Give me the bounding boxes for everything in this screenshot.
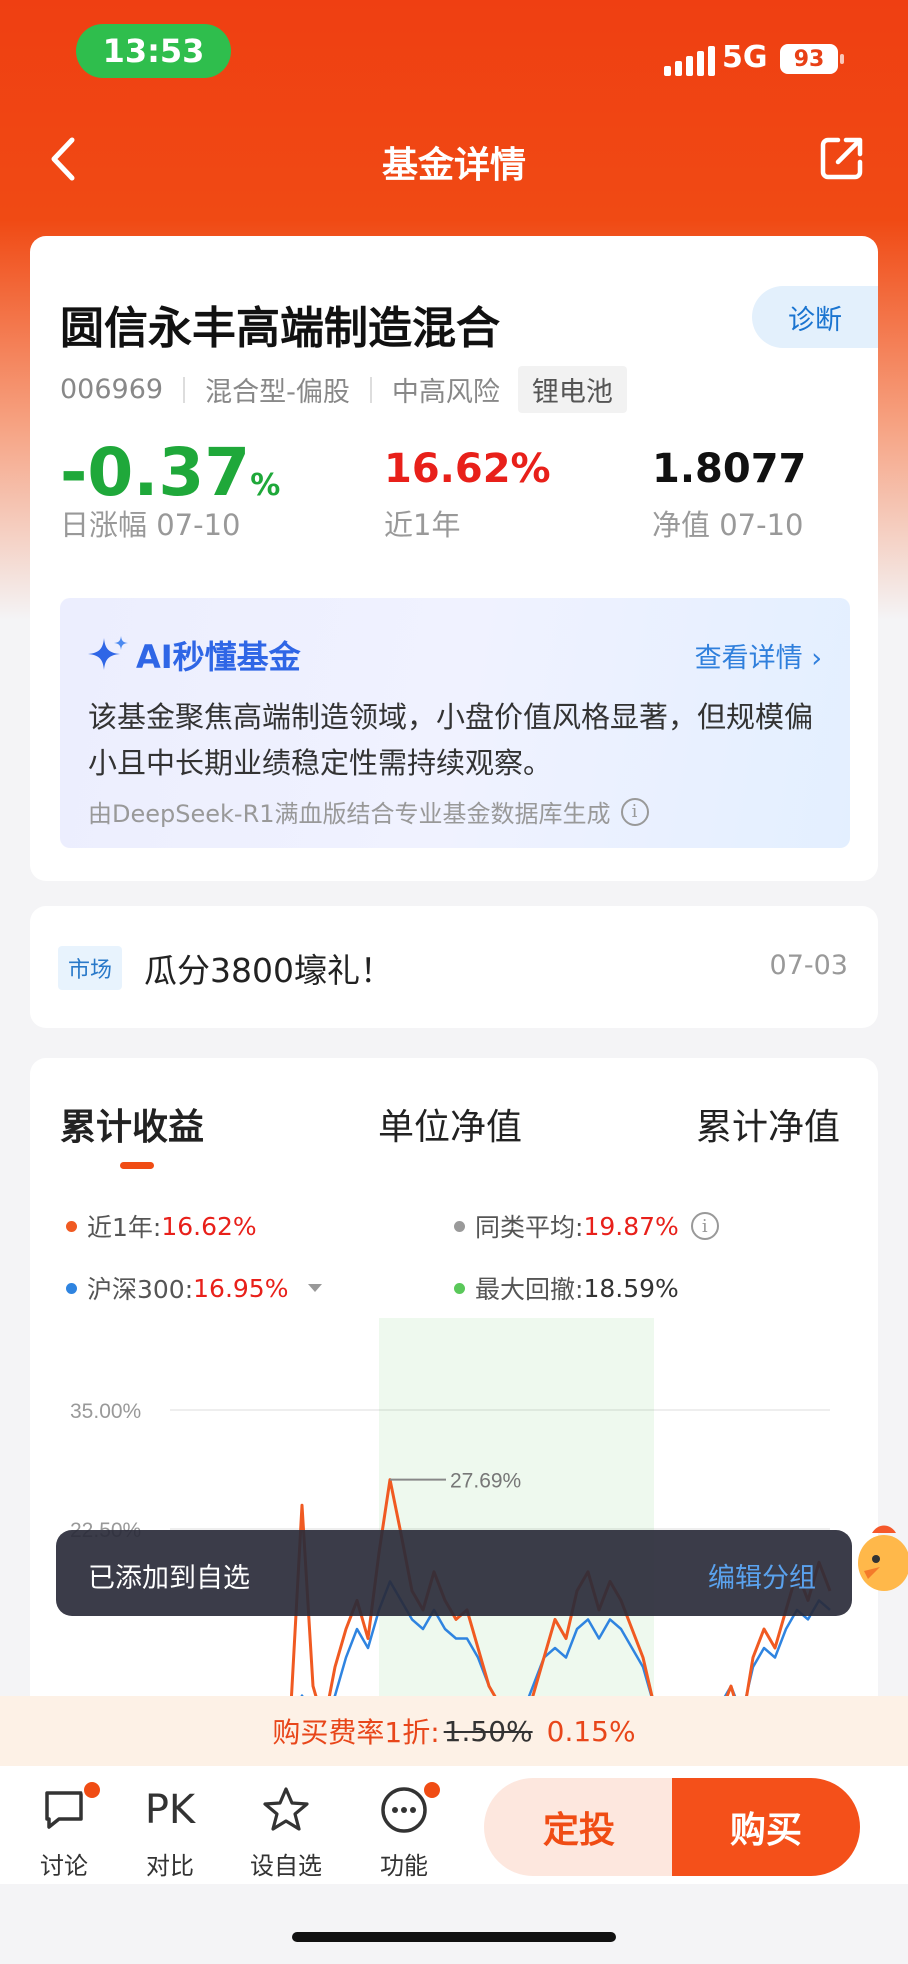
signal-icon: [664, 46, 715, 76]
ai-summary-text: 该基金聚焦高端制造领域，小盘价值风格显著，但规模偏小且中长期业绩稳定性需持续观察…: [88, 700, 814, 780]
fund-meta: 006969 混合型-偏股 中高风险 锂电池: [60, 366, 627, 413]
divider: [369, 376, 372, 403]
info-icon[interactable]: i: [690, 1212, 719, 1240]
functions-button[interactable]: 功能: [364, 1780, 444, 1881]
legend-dot: [66, 1282, 77, 1294]
legend-drawdown: 最大回撤: 18.59%: [454, 1270, 679, 1306]
status-bar: 13:53 5G 93: [0, 0, 908, 100]
promo-prefix: 购买费率1折:: [272, 1716, 440, 1749]
tab-cumulative-return[interactable]: 累计收益: [60, 1098, 204, 1150]
legend-index-value: 16.95%: [193, 1273, 289, 1303]
legend-peer-label: 同类平均:: [475, 1213, 584, 1242]
sip-button[interactable]: 定投: [484, 1778, 674, 1876]
ai-title-text: AI秒懂基金: [136, 638, 301, 676]
fund-code: 006969: [60, 374, 164, 405]
more-icon: [364, 1780, 444, 1836]
status-time: 13:53: [76, 24, 231, 78]
promo-old-rate: 1.50%: [443, 1714, 533, 1748]
notification-dot: [82, 1780, 102, 1800]
legend-drawdown-label: 最大回撤:: [475, 1275, 584, 1304]
theme-tag[interactable]: 锂电池: [517, 366, 627, 413]
daily-change-stat: -0.37 % 日涨幅 07-10: [60, 434, 280, 544]
legend-dot: [454, 1220, 465, 1232]
caret-down-icon: [308, 1284, 323, 1292]
notification-dot: [422, 1780, 442, 1800]
buy-button[interactable]: 购买: [672, 1778, 860, 1876]
discuss-label: 讨论: [40, 1852, 88, 1880]
compare-label: 对比: [146, 1852, 194, 1880]
year-return-value: 16.62%: [384, 446, 551, 492]
toast-message: 已添加到自选: [88, 1563, 250, 1594]
promo-new-rate: 0.15%: [546, 1714, 636, 1748]
pk-icon: PK: [144, 1787, 196, 1833]
y-tick-label: 35.00%: [70, 1400, 141, 1423]
daily-change-value: -0.37: [60, 434, 251, 511]
diagnose-button[interactable]: 诊断: [752, 286, 878, 348]
nav-bar: 基金详情: [0, 120, 908, 200]
sparkle-icon: [88, 636, 128, 670]
peak-label: 27.69%: [450, 1470, 521, 1493]
legend-peer-value: 19.87%: [583, 1211, 679, 1241]
fund-summary-card: 圆信永丰高端制造混合 诊断 006969 混合型-偏股 中高风险 锂电池 -0.…: [30, 236, 878, 881]
nav-label: 净值 07-10: [652, 508, 804, 542]
bottom-action-bar: 讨论 PK 对比 设自选 功能 定投 购买: [0, 1766, 908, 1884]
compare-button[interactable]: PK 对比: [130, 1784, 210, 1881]
network-type: 5G: [722, 40, 768, 75]
ai-summary-box[interactable]: AI秒懂基金 查看详情 › 该基金聚焦高端制造领域，小盘价值风格显著，但规模偏小…: [60, 598, 850, 848]
news-headline: 瓜分3800壕礼！: [144, 951, 393, 990]
divider: [183, 376, 186, 403]
info-icon[interactable]: i: [620, 797, 649, 826]
ai-note: 由DeepSeek-R1满血版结合专业基金数据库生成 i: [88, 794, 649, 829]
legend-index-label: 沪深300:: [87, 1275, 194, 1304]
ai-note-text: 由DeepSeek-R1满血版结合专业基金数据库生成: [88, 800, 611, 828]
year-return-label: 近1年: [384, 508, 461, 542]
legend-fund-value: 16.62%: [161, 1211, 257, 1241]
functions-label: 功能: [380, 1852, 428, 1880]
news-tag: 市场: [58, 946, 123, 990]
toast: 已添加到自选 编辑分组: [56, 1530, 852, 1616]
legend-peer: 同类平均: 19.87% i: [454, 1208, 719, 1244]
legend-drawdown-value: 18.59%: [583, 1273, 679, 1303]
daily-change-unit: %: [250, 468, 281, 503]
add-watchlist-button[interactable]: 设自选: [246, 1784, 326, 1881]
news-date: 07-03: [769, 950, 848, 981]
watchlist-label: 设自选: [250, 1852, 322, 1880]
legend-dot: [66, 1220, 77, 1232]
legend-fund: 近1年: 16.62%: [66, 1208, 257, 1244]
fund-risk: 中高风险: [391, 377, 500, 408]
year-return-stat: 16.62% 近1年: [384, 434, 551, 544]
legend-dot: [454, 1282, 465, 1294]
legend-fund-label: 近1年:: [87, 1213, 162, 1242]
fund-name: 圆信永丰高端制造混合: [60, 303, 500, 354]
tab-cumulative-nav[interactable]: 累计净值: [696, 1098, 840, 1150]
battery-icon: 93: [780, 44, 844, 74]
edit-group-button[interactable]: 编辑分组: [708, 1556, 816, 1595]
battery-level: 93: [793, 46, 825, 72]
share-icon[interactable]: [818, 134, 866, 182]
fund-type: 混合型-偏股: [205, 377, 350, 408]
discuss-button[interactable]: 讨论: [24, 1780, 104, 1881]
mascot-icon[interactable]: [850, 1515, 908, 1605]
ai-details-link[interactable]: 查看详情 ›: [695, 636, 822, 675]
tab-unit-nav[interactable]: 单位净值: [378, 1098, 522, 1150]
legend-index[interactable]: 沪深300: 16.95%: [66, 1270, 328, 1306]
performance-chart-card: 累计收益 单位净值 累计净值 近1年: 16.62% 同类平均: 19.87% …: [30, 1058, 878, 1798]
chat-icon: [24, 1780, 104, 1836]
tab-indicator: [120, 1162, 154, 1169]
star-icon: [246, 1784, 326, 1836]
nav-value: 1.8077: [652, 446, 807, 492]
nav-stat: 1.8077 净值 07-10: [652, 434, 806, 544]
ai-title: AI秒懂基金: [88, 632, 301, 678]
home-indicator: [292, 1932, 616, 1942]
news-card[interactable]: 市场 瓜分3800壕礼！ 07-03: [30, 906, 878, 1028]
fee-promo: 购买费率1折: 1.50% 0.15%: [0, 1696, 908, 1766]
page-title: 基金详情: [381, 145, 526, 186]
